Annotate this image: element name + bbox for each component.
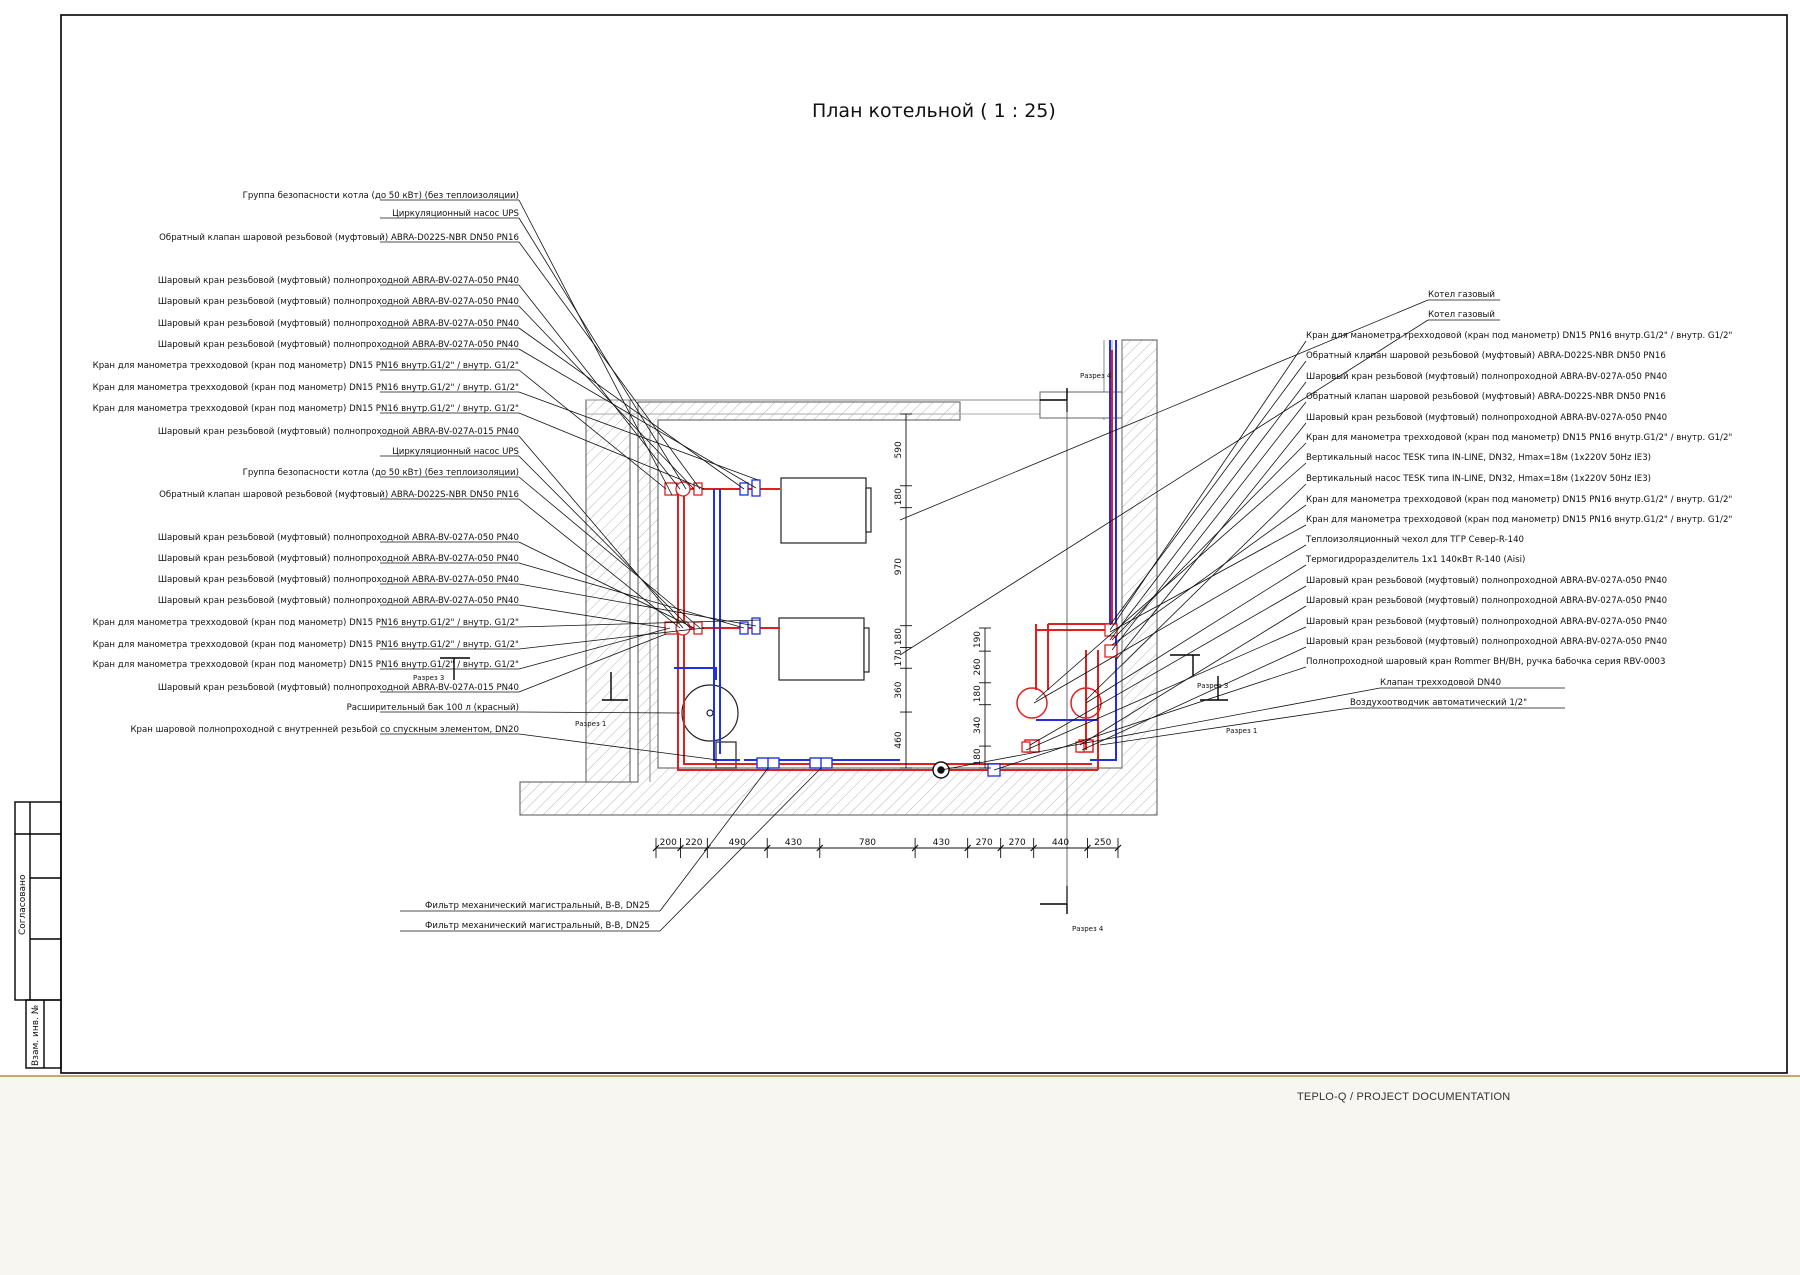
vertical-dimensions-right: 190260180340180 [973,627,991,769]
vertical-dimension-value: 970 [894,558,904,575]
right-callout-label: Кран для манометра трехходовой (кран под… [1306,331,1732,341]
footer-caption: TEPLO-Q / PROJECT DOCUMENTATION [1297,1091,1511,1103]
right-callout-label: Кран для манометра трехходовой (кран под… [1306,495,1732,505]
left-callout-label: Шаровый кран резьбовой (муфтовый) полноп… [158,297,519,307]
bottom-callouts: Фильтр механический магистральный, В-В, … [425,901,650,931]
right-callout-label: Шаровый кран резьбовой (муфтовый) полноп… [1306,596,1667,606]
right-leader-line [1085,564,1307,704]
section-1-left: Разрез 1 [575,720,606,728]
right-leader-line [1029,585,1307,746]
section-4-bottom: Разрез 4 [1072,925,1104,933]
page-footer: TEPLO-Q / PROJECT DOCUMENTATION [0,1075,1800,1275]
right-leader-line [1025,626,1307,751]
right-callout-label: Шаровый кран резьбовой (муфтовый) полноп… [1306,637,1667,647]
horizontal-dimension-value: 440 [1052,838,1069,848]
left-callout-label: Кран для манометра трехходовой (кран под… [93,383,519,393]
right-callout-label: Котел газовый [1428,310,1495,320]
left-callout-label: Кран для манометра трехходовой (кран под… [93,404,519,414]
left-callout-label: Кран для манометра трехходовой (кран под… [93,660,519,670]
bottom-callout-label: Фильтр механический магистральный, В-В, … [425,901,650,911]
right-leader-line [940,687,1381,771]
room-walls [519,339,1158,816]
right-callouts: Котел газовый Котел газовый Кран для маном… [1305,290,1732,708]
left-callout-label: Шаровый кран резьбовой (муфтовый) полноп… [158,276,519,286]
right-callout-label: Котел газовый [1428,290,1495,300]
left-callout-label: Циркуляционный насос UPS [392,209,519,219]
bottom-callout-label: Фильтр механический магистральный, В-В, … [425,921,650,931]
right-callout-label: Полнопроходной шаровый кран Rommer ВН/ВН… [1306,657,1665,667]
left-callout-label: Группа безопасности котла (до 50 кВт) (б… [243,468,519,478]
left-callout-label: Кран для манометра трехходовой (кран под… [93,640,519,650]
section-4-top: Разрез 4 [1080,372,1112,380]
left-callout-label: Шаровый кран резьбовой (муфтовый) полноп… [158,575,519,585]
left-callout-label: Циркуляционный насос UPS [392,447,519,457]
vertical-dimension-value: 190 [973,631,983,648]
horizontal-dimension-value: 270 [1009,838,1026,848]
left-callout-label: Шаровый кран резьбовой (муфтовый) полноп… [158,596,519,606]
horizontal-dimension-value: 200 [660,838,677,848]
right-callout-label: Клапан трехходовой DN40 [1380,678,1501,688]
left-callout-label: Шаровый кран резьбовой (муфтовый) полноп… [158,427,519,437]
horizontal-dimension-value: 250 [1094,838,1111,848]
right-callout-label: Шаровый кран резьбовой (муфтовый) полноп… [1306,617,1667,627]
boiler-room-plan: Согласовано Взам. инв. № План котельной … [14,14,1788,1074]
horizontal-dimension-value: 220 [685,838,702,848]
section-3-left: Разрез 3 [413,674,444,682]
left-callout-label: Обратный клапан шаровой резьбовой (муфто… [159,233,519,243]
sheet-frame [60,14,1788,1074]
left-callout-label: Шаровый кран резьбовой (муфтовый) полноп… [158,683,519,693]
stamp-agreed-label: Согласовано [18,874,28,935]
right-callout-label: Вертикальный насос TESK типа IN-LINE, DN… [1306,474,1651,484]
vertical-dimension-value: 460 [894,731,904,748]
right-callout-label: Шаровый кран резьбовой (муфтовый) полноп… [1306,576,1667,586]
vertical-dimension-value: 260 [973,658,983,675]
vertical-dimension-value: 360 [894,681,904,698]
horizontal-dimension-value: 430 [933,838,950,848]
drawing-sheet: Согласовано Взам. инв. № План котельной … [0,0,1800,1075]
left-callout-label: Шаровый кран резьбовой (муфтовый) полноп… [158,319,519,329]
gas-boiler-2 [778,617,870,681]
vertical-dimension-value: 340 [973,717,983,734]
left-callout-label: Кран шаровой полнопроходной с внутренней… [130,725,519,735]
stamp-inv-label: Взам. инв. № [31,1005,41,1066]
vertical-dimension-value: 180 [894,488,904,505]
vertical-dimension-value: 170 [894,649,904,666]
right-callout-label: Кран для манометра трехходовой (кран под… [1306,515,1732,525]
vertical-dimension-value: 180 [894,628,904,645]
horizontal-dimension-value: 270 [976,838,993,848]
vertical-dimension-value: 180 [973,685,983,702]
section-3-right: Разрез 3 [1197,682,1228,690]
horizontal-dimension-value: 780 [859,838,876,848]
horizontal-dimension-value: 430 [785,838,802,848]
left-callout-label: Кран для манометра трехходовой (кран под… [93,361,519,371]
vertical-dimension-value: 590 [894,441,904,458]
left-callout-label: Обратный клапан шаровой резьбовой (муфто… [159,490,519,500]
left-callout-label: Шаровый кран резьбовой (муфтовый) полноп… [158,533,519,543]
left-callout-label: Группа безопасности котла (до 50 кВт) (б… [243,191,519,201]
left-callouts: Группа безопасности котла (до 50 кВт) (б… [93,191,519,735]
section-1-right: Разрез 1 [1226,727,1257,735]
left-callout-label: Шаровый кран резьбовой (муфтовый) полноп… [158,554,519,564]
right-callout-label: Вертикальный насос TESK типа IN-LINE, DN… [1306,453,1651,463]
right-callout-label: Шаровый кран резьбовой (муфтовый) полноп… [1306,372,1667,382]
right-callout-label: Обратный клапан шаровой резьбовой (муфто… [1306,351,1666,361]
drawing-title: План котельной ( 1 : 25) [812,100,1056,122]
right-callout-label: Теплоизоляционный чехол для ТГР Север-R-… [1305,535,1524,545]
expansion-tank [681,684,739,769]
left-callout-label: Шаровый кран резьбовой (муфтовый) полноп… [158,340,519,350]
left-callout-label: Расширительный бак 100 л (красный) [347,703,519,713]
right-callout-label: Шаровый кран резьбовой (муфтовый) полноп… [1306,413,1667,423]
right-callout-label: Воздухоотводчик автоматический 1/2" [1350,698,1527,708]
right-leader-line [1035,462,1307,701]
left-callout-label: Кран для манометра трехходовой (кран под… [93,618,519,628]
gas-boiler-1 [780,477,872,544]
right-callout-label: Термогидроразделитель 1х1 140кВт R-140 (… [1305,555,1525,565]
leader-lines [380,199,1565,932]
right-callout-label: Обратный клапан шаровой резьбовой (муфто… [1306,392,1666,402]
right-callout-label: Кран для манометра трехходовой (кран под… [1306,433,1732,443]
vertical-dimensions-left: 590 180 970 180 170 360 460 [894,413,912,769]
